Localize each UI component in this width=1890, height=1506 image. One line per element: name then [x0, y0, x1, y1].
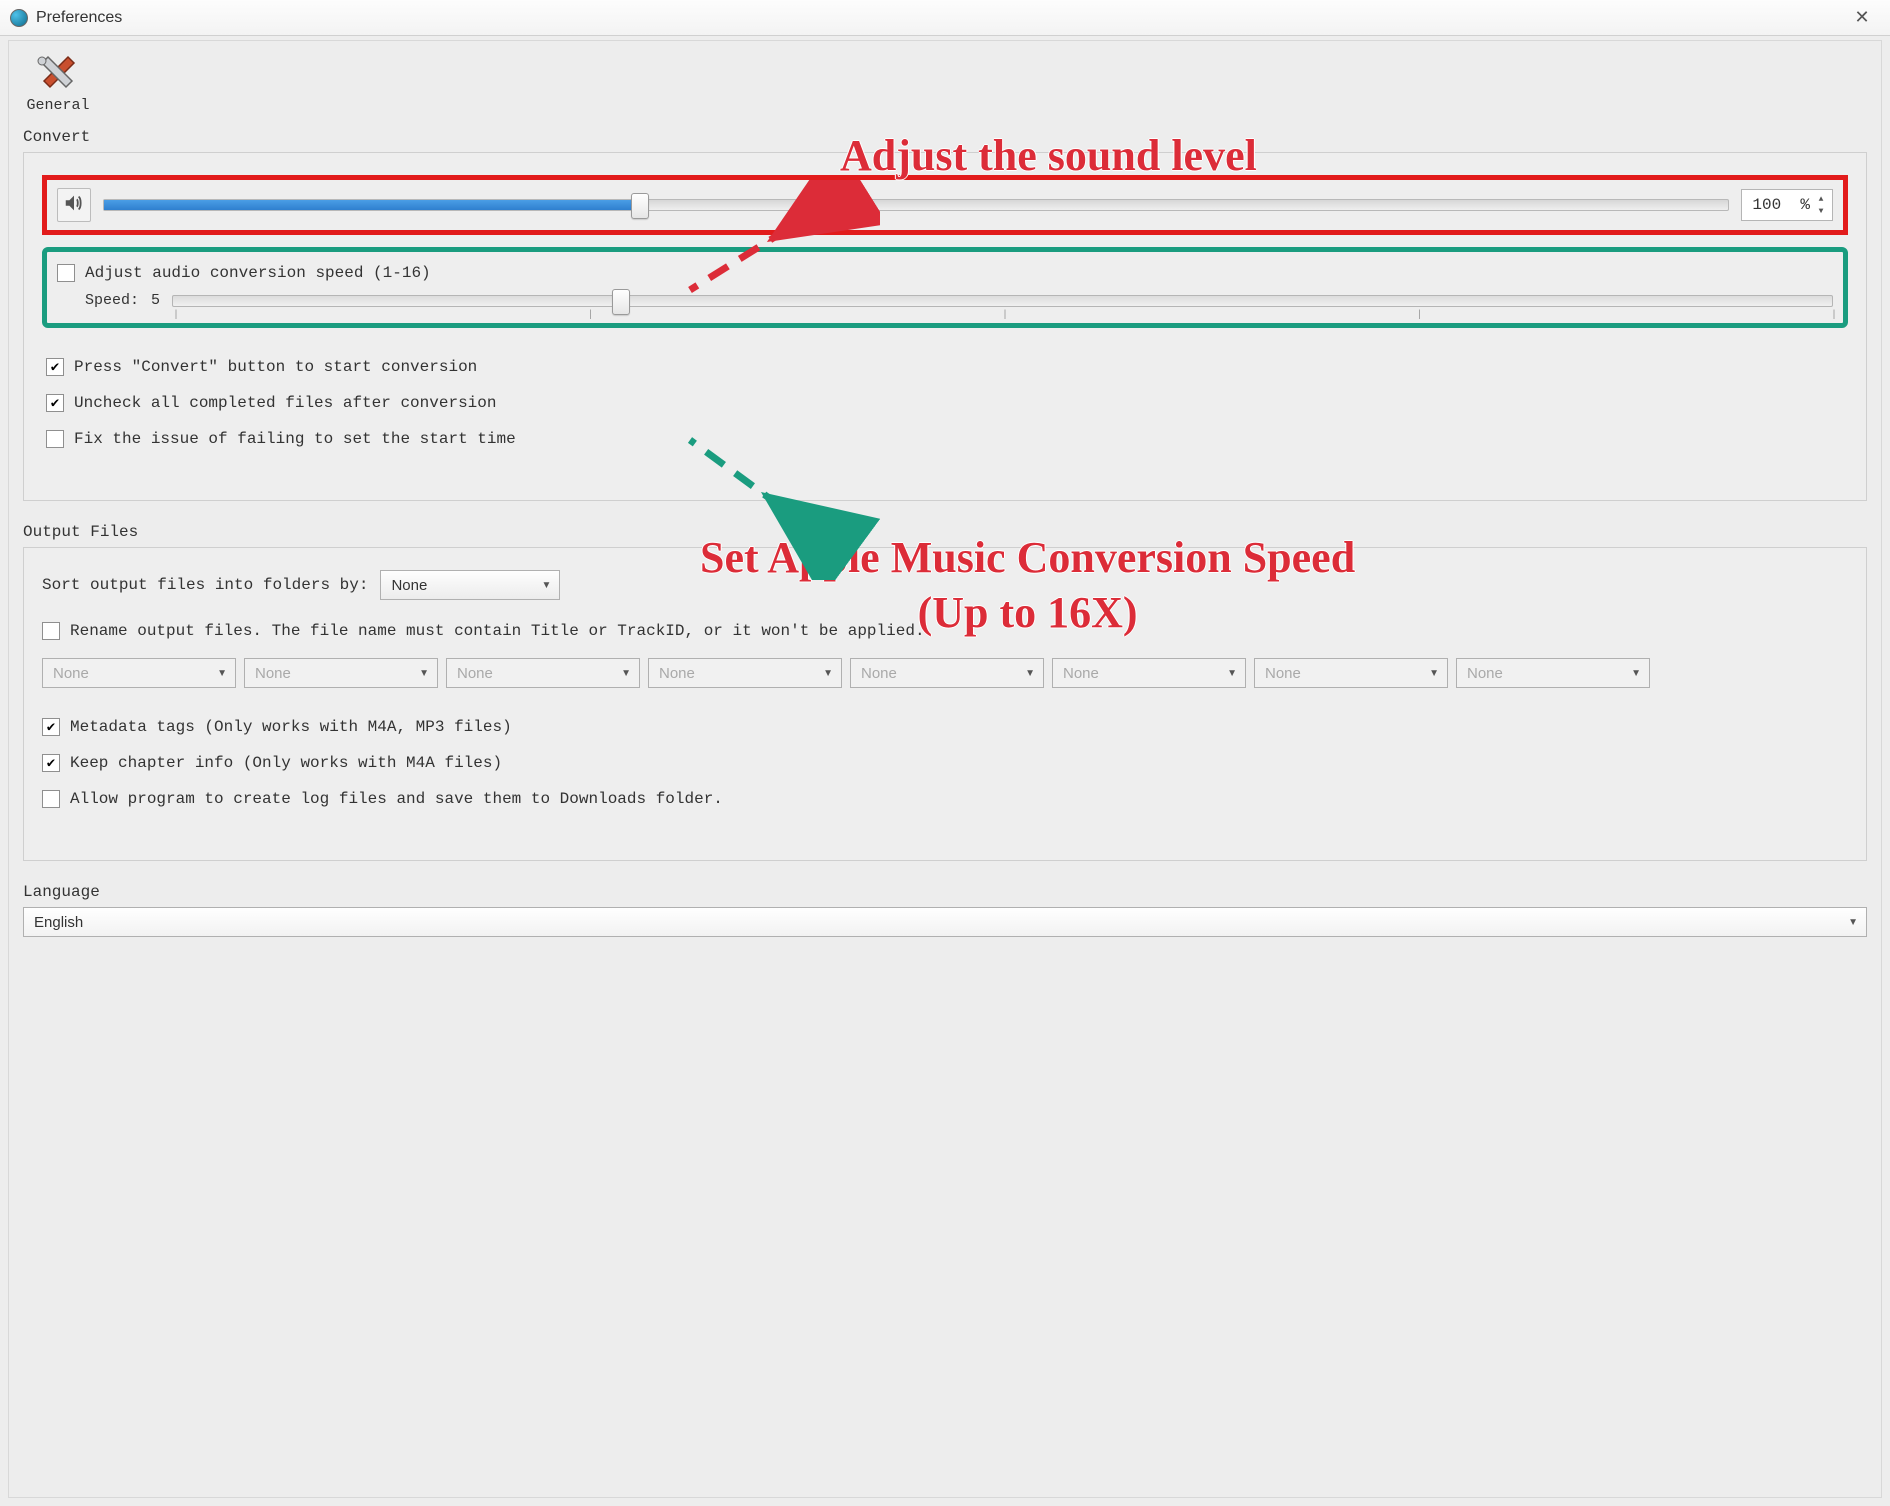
volume-steppers: ▲ ▼ [1814, 193, 1828, 217]
tab-strip: General [23, 51, 1867, 114]
speed-value: 5 [151, 292, 160, 309]
volume-step-up[interactable]: ▲ [1814, 193, 1828, 205]
rename-field-value: None [1063, 665, 1099, 682]
chapter-label: Keep chapter info (Only works with M4A f… [70, 754, 502, 772]
speed-ticks: ||||| [173, 310, 1832, 321]
chevron-down-icon: ▼ [1429, 668, 1439, 679]
rename-fields-row: None ▼ None ▼ None ▼ None ▼ None ▼ None ▼ None ▼ None ▼ [42, 658, 1848, 688]
press-convert-label: Press "Convert" button to start conversi… [74, 358, 477, 376]
rename-field-value: None [861, 665, 897, 682]
window-title: Preferences [36, 9, 1844, 27]
rename-field-value: None [457, 665, 493, 682]
rename-checkbox[interactable] [42, 622, 60, 640]
logs-label: Allow program to create log files and sa… [70, 790, 723, 808]
rename-field-value: None [53, 665, 89, 682]
rename-field-dropdown-4[interactable]: None ▼ [850, 658, 1044, 688]
volume-step-down[interactable]: ▼ [1814, 205, 1828, 217]
chevron-down-icon: ▼ [823, 668, 833, 679]
rename-field-dropdown-0[interactable]: None ▼ [42, 658, 236, 688]
rename-field-value: None [1265, 665, 1301, 682]
chevron-down-icon: ▼ [217, 668, 227, 679]
sort-value: None [391, 577, 427, 594]
chevron-down-icon: ▼ [1227, 668, 1237, 679]
volume-slider[interactable] [103, 199, 1729, 211]
volume-slider-thumb[interactable] [631, 193, 649, 219]
speed-callout: Adjust audio conversion speed (1-16) Spe… [42, 247, 1848, 328]
rename-field-value: None [1467, 665, 1503, 682]
adjust-speed-checkbox[interactable] [57, 264, 75, 282]
metadata-label: Metadata tags (Only works with M4A, MP3 … [70, 718, 512, 736]
chevron-down-icon: ▼ [542, 580, 552, 591]
convert-options: ✔ Press "Convert" button to start conver… [42, 358, 1848, 448]
adjust-speed-row: Adjust audio conversion speed (1-16) [57, 264, 1833, 282]
logs-row: Allow program to create log files and sa… [42, 790, 1848, 808]
rename-field-dropdown-7[interactable]: None ▼ [1456, 658, 1650, 688]
rename-field-dropdown-3[interactable]: None ▼ [648, 658, 842, 688]
chevron-down-icon: ▼ [1848, 917, 1858, 928]
chapter-checkbox[interactable]: ✔ [42, 754, 60, 772]
convert-section-label: Convert [23, 128, 1867, 146]
volume-value: 100 [1752, 196, 1796, 214]
volume-callout: 100 % ▲ ▼ [42, 175, 1848, 235]
language-value: English [34, 914, 83, 931]
speaker-icon [63, 192, 85, 219]
metadata-row: ✔ Metadata tags (Only works with M4A, MP… [42, 718, 1848, 736]
rename-field-dropdown-5[interactable]: None ▼ [1052, 658, 1246, 688]
chevron-down-icon: ▼ [1631, 668, 1641, 679]
tab-general[interactable]: General [23, 51, 93, 114]
uncheck-completed-label: Uncheck all completed files after conver… [74, 394, 496, 412]
app-icon [10, 9, 28, 27]
speed-prefix: Speed: [85, 292, 139, 309]
press-convert-checkbox[interactable]: ✔ [46, 358, 64, 376]
close-button[interactable]: ✕ [1844, 7, 1880, 28]
rename-field-dropdown-1[interactable]: None ▼ [244, 658, 438, 688]
mute-button[interactable] [57, 188, 91, 222]
tab-general-label: General [26, 97, 89, 114]
chevron-down-icon: ▼ [621, 668, 631, 679]
titlebar: Preferences ✕ [0, 0, 1890, 36]
output-section: Sort output files into folders by: None … [23, 547, 1867, 861]
rename-label: Rename output files. The file name must … [70, 622, 925, 640]
logs-checkbox[interactable] [42, 790, 60, 808]
volume-suffix: % [1800, 196, 1810, 214]
tools-icon [33, 51, 83, 95]
convert-section: 100 % ▲ ▼ Adjust audio conversion speed … [23, 152, 1867, 501]
language-section-label: Language [23, 883, 1867, 901]
fix-start-time-row: Fix the issue of failing to set the star… [46, 430, 1848, 448]
sort-dropdown[interactable]: None ▼ [380, 570, 560, 600]
chevron-down-icon: ▼ [1025, 668, 1035, 679]
fix-start-time-label: Fix the issue of failing to set the star… [74, 430, 516, 448]
uncheck-completed-checkbox[interactable]: ✔ [46, 394, 64, 412]
rename-field-value: None [659, 665, 695, 682]
chevron-down-icon: ▼ [419, 668, 429, 679]
volume-spinbox[interactable]: 100 % ▲ ▼ [1741, 189, 1833, 221]
rename-field-dropdown-6[interactable]: None ▼ [1254, 658, 1448, 688]
volume-slider-fill [104, 200, 640, 210]
metadata-checkbox[interactable]: ✔ [42, 718, 60, 736]
rename-row: Rename output files. The file name must … [42, 622, 1848, 640]
speed-body: Speed: 5 ||||| [57, 292, 1833, 309]
language-section: English ▼ [23, 907, 1867, 937]
rename-field-value: None [255, 665, 291, 682]
uncheck-completed-row: ✔ Uncheck all completed files after conv… [46, 394, 1848, 412]
speed-slider[interactable]: ||||| [172, 295, 1833, 307]
chapter-row: ✔ Keep chapter info (Only works with M4A… [42, 754, 1848, 772]
rename-field-dropdown-2[interactable]: None ▼ [446, 658, 640, 688]
preferences-panel: General Convert 100 % ▲ ▼ [8, 40, 1882, 1498]
sort-row: Sort output files into folders by: None … [42, 570, 1848, 600]
sort-label: Sort output files into folders by: [42, 576, 368, 594]
adjust-speed-label: Adjust audio conversion speed (1-16) [85, 264, 431, 282]
language-dropdown[interactable]: English ▼ [23, 907, 1867, 937]
fix-start-time-checkbox[interactable] [46, 430, 64, 448]
press-convert-row: ✔ Press "Convert" button to start conver… [46, 358, 1848, 376]
output-section-label: Output Files [23, 523, 1867, 541]
